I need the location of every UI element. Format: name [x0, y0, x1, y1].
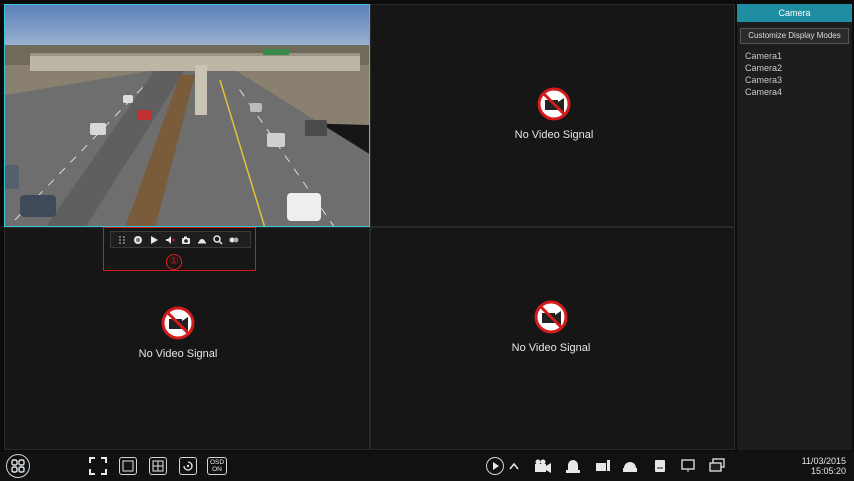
- play-icon: [493, 462, 499, 470]
- start-menu-button[interactable]: [6, 454, 30, 478]
- customize-display-modes-button[interactable]: Customize Display Modes: [740, 28, 849, 44]
- channel-4-tile[interactable]: No Video Signal: [370, 227, 735, 450]
- quad-layout-icon: [152, 460, 164, 472]
- no-video-icon: [537, 87, 571, 121]
- grid-menu-icon: [11, 459, 25, 473]
- camera-record-icon: [535, 459, 551, 473]
- manual-record-button[interactable]: [532, 457, 554, 475]
- instant-playback-button[interactable]: [486, 457, 504, 475]
- no-signal-indicator: No Video Signal: [474, 87, 634, 141]
- no-signal-indicator: No Video Signal: [471, 300, 631, 354]
- fullscreen-button[interactable]: [89, 457, 107, 475]
- panel-title-tab[interactable]: Camera: [737, 4, 852, 22]
- bottom-toolbar: OSD ON 11/03/2015 15:05:20: [0, 451, 854, 481]
- zoom-icon[interactable]: [213, 234, 223, 245]
- clock-date: 11/03/2015: [801, 456, 846, 466]
- camera-list-item[interactable]: Camera2: [745, 62, 852, 74]
- quick-toolbar-strip: [110, 231, 251, 248]
- hdd-icon: [655, 460, 665, 472]
- single-screen-button[interactable]: [119, 457, 137, 475]
- no-signal-indicator: No Video Signal: [98, 306, 258, 360]
- network-button[interactable]: [678, 457, 698, 475]
- camera-list-item[interactable]: Camera3: [745, 74, 852, 86]
- sequence-button[interactable]: [179, 457, 197, 475]
- single-layout-icon: [122, 460, 134, 472]
- fullscreen-icon: [89, 457, 107, 475]
- camera-list-item[interactable]: Camera4: [745, 86, 852, 98]
- osd-toggle-button[interactable]: OSD ON: [207, 457, 227, 475]
- no-signal-text: No Video Signal: [511, 342, 591, 354]
- camera-list-item[interactable]: Camera1: [745, 50, 852, 62]
- screen-list-icon: [596, 460, 610, 471]
- multi-screen-button[interactable]: [706, 457, 728, 475]
- drag-handle-icon[interactable]: [117, 235, 127, 245]
- chevron-up-icon: [509, 462, 519, 470]
- quad-screen-button[interactable]: [149, 457, 167, 475]
- osd-state: ON: [212, 466, 222, 473]
- record-icon[interactable]: [133, 235, 143, 245]
- no-signal-text: No Video Signal: [514, 129, 594, 141]
- network-icon: [681, 459, 695, 472]
- manual-snapshot-button[interactable]: [592, 457, 612, 475]
- nvr-live-view: No Video Signal No Video Signal No Video…: [0, 0, 854, 481]
- no-signal-text: No Video Signal: [138, 348, 218, 360]
- system-clock: 11/03/2015 15:05:20: [802, 456, 846, 476]
- color-icon[interactable]: [229, 235, 239, 245]
- manual-alarm-button[interactable]: [563, 457, 583, 475]
- highway-camera-feed: [5, 5, 369, 226]
- refresh-icon: [183, 461, 193, 471]
- camera-panel: Camera Customize Display Modes Camera1 C…: [737, 4, 852, 450]
- callout-marker: ①: [166, 254, 182, 270]
- snapshot-icon[interactable]: [181, 235, 191, 245]
- dual-monitor-icon: [709, 458, 725, 472]
- no-video-icon: [161, 306, 195, 340]
- expand-menu-button[interactable]: [507, 457, 521, 475]
- disk-info-button[interactable]: [650, 457, 670, 475]
- audio-icon[interactable]: [165, 235, 175, 245]
- alarm-icon: [566, 460, 580, 473]
- clock-time: 15:05:20: [810, 466, 846, 476]
- no-video-icon: [534, 300, 568, 334]
- ptz-icon[interactable]: [197, 235, 207, 245]
- osd-label: OSD: [209, 459, 225, 466]
- camera-list: Camera1 Camera2 Camera3 Camera4: [745, 50, 852, 98]
- playback-icon[interactable]: [149, 235, 159, 245]
- channel-1-tile[interactable]: [4, 4, 370, 227]
- ptz-control-button[interactable]: [620, 457, 640, 475]
- dome-camera-icon: [623, 462, 637, 472]
- channel-2-tile[interactable]: No Video Signal: [370, 4, 735, 227]
- channel-quick-toolbar: ①: [103, 227, 256, 271]
